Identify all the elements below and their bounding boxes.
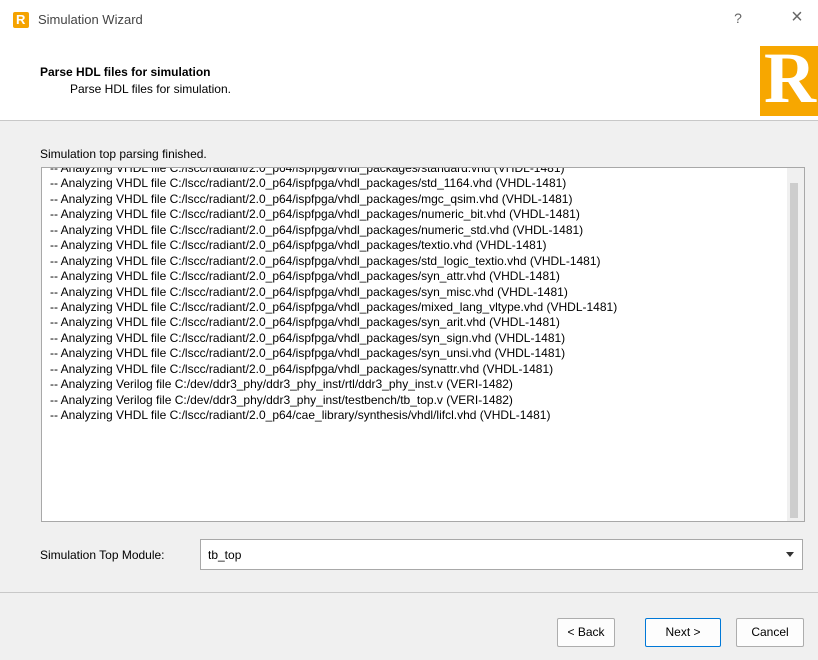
log-line: -- Analyzing VHDL file C:/lscc/radiant/2… — [50, 238, 547, 253]
log-line: -- Analyzing VHDL file C:/lscc/radiant/2… — [50, 346, 566, 361]
page-subtitle: Parse HDL files for simulation. — [70, 82, 231, 96]
cancel-button[interactable]: Cancel — [736, 618, 804, 647]
wizard-header: Parse HDL files for simulation Parse HDL… — [0, 40, 818, 121]
log-line: -- Analyzing VHDL file C:/lscc/radiant/2… — [50, 176, 567, 191]
back-button[interactable]: < Back — [557, 618, 615, 647]
log-line: -- Analyzing VHDL file C:/lscc/radiant/2… — [50, 167, 565, 175]
vertical-scrollbar[interactable] — [787, 168, 804, 521]
log-line: -- Analyzing VHDL file C:/lscc/radiant/2… — [50, 284, 568, 299]
radiant-logo-icon: R — [760, 46, 818, 116]
log-line: -- Analyzing VHDL file C:/lscc/radiant/2… — [50, 330, 566, 345]
log-line: -- Analyzing VHDL file C:/lscc/radiant/2… — [50, 315, 560, 330]
top-module-select[interactable]: tb_top — [200, 539, 803, 570]
log-line: -- Analyzing VHDL file C:/lscc/radiant/2… — [50, 408, 551, 422]
title-bar: R Simulation Wizard ? × — [0, 0, 818, 40]
log-line: -- Analyzing VHDL file C:/lscc/radiant/2… — [50, 222, 584, 237]
chevron-down-icon[interactable] — [786, 552, 794, 557]
parse-log[interactable]: -- Analyzing VHDL file C:/lscc/radiant/2… — [41, 167, 805, 522]
window-title: Simulation Wizard — [38, 12, 143, 27]
log-line: -- Analyzing VHDL file C:/lscc/radiant/2… — [50, 299, 618, 314]
close-button[interactable]: × — [785, 6, 809, 32]
status-text: Simulation top parsing finished. — [40, 147, 207, 161]
page-title: Parse HDL files for simulation — [40, 65, 211, 79]
top-module-value: tb_top — [208, 548, 242, 562]
log-line: -- Analyzing VHDL file C:/lscc/radiant/2… — [50, 253, 601, 268]
log-lines: -- Analyzing VHDL file C:/lscc/radiant/2… — [50, 167, 618, 423]
log-line: -- Analyzing VHDL file C:/lscc/radiant/2… — [50, 361, 554, 376]
help-button[interactable]: ? — [728, 10, 748, 30]
log-line: -- Analyzing Verilog file C:/dev/ddr3_ph… — [50, 377, 513, 392]
log-line: -- Analyzing Verilog file C:/dev/ddr3_ph… — [50, 392, 513, 407]
log-line: -- Analyzing VHDL file C:/lscc/radiant/2… — [50, 191, 573, 206]
log-line: -- Analyzing VHDL file C:/lscc/radiant/2… — [50, 207, 580, 222]
app-icon: R — [13, 12, 29, 28]
top-module-label: Simulation Top Module: — [40, 548, 165, 562]
scrollbar-thumb[interactable] — [790, 183, 798, 518]
log-line: -- Analyzing VHDL file C:/lscc/radiant/2… — [50, 269, 560, 284]
next-button[interactable]: Next > — [645, 618, 721, 647]
footer-divider — [0, 592, 818, 593]
